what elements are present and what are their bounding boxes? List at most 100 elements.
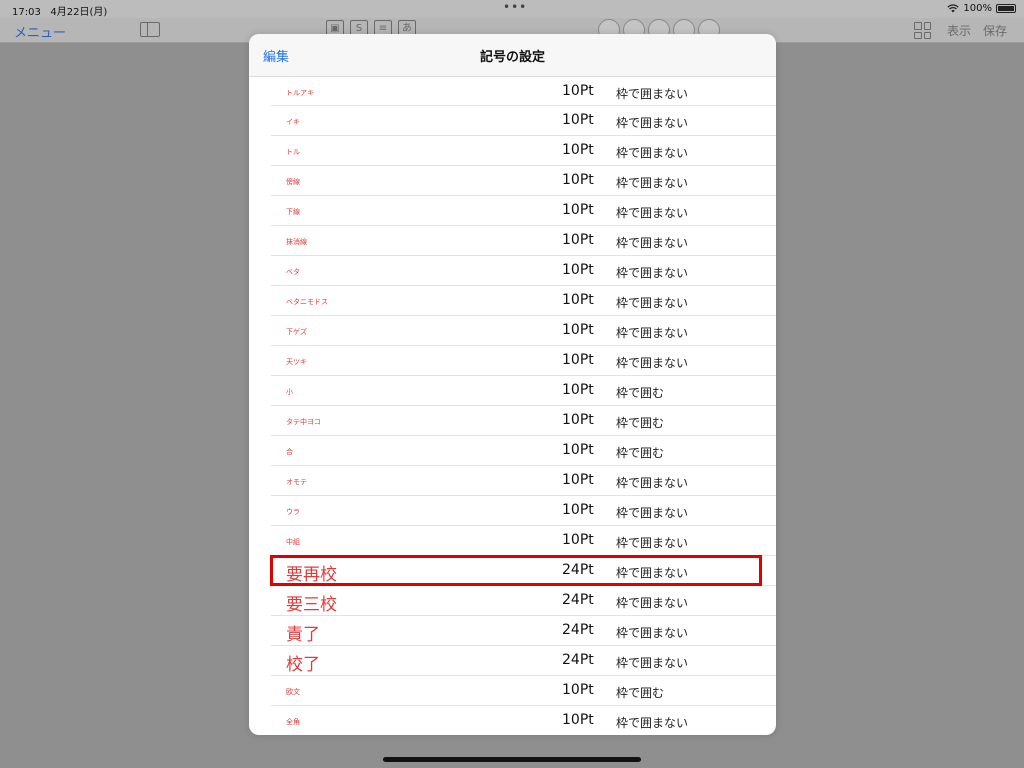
frame-setting: 枠で囲まない bbox=[616, 206, 689, 220]
view-button[interactable]: 表示 bbox=[947, 22, 971, 39]
list-item[interactable]: トル 10Pt 枠で囲まない bbox=[271, 136, 776, 166]
symbol-label: 合 bbox=[286, 448, 293, 456]
status-bar: 17:03 4月22日(月) ••• 100% bbox=[0, 0, 1024, 18]
home-indicator[interactable] bbox=[383, 757, 641, 762]
list-item[interactable]: 要三校 24Pt 枠で囲まない bbox=[271, 586, 776, 616]
symbol-label: 小 bbox=[286, 388, 293, 396]
symbol-label: 下線 bbox=[286, 208, 300, 216]
frame-setting: 枠で囲む bbox=[616, 386, 665, 400]
symbol-size: 10Pt bbox=[562, 142, 594, 158]
symbol-label: 傍線 bbox=[286, 178, 300, 186]
list-item[interactable]: ベタ 10Pt 枠で囲まない bbox=[271, 256, 776, 286]
symbol-size: 10Pt bbox=[562, 322, 594, 338]
frame-setting: 枠で囲まない bbox=[616, 656, 689, 670]
list-item[interactable]: 欧文 10Pt 枠で囲む bbox=[271, 676, 776, 706]
frame-setting: 枠で囲まない bbox=[616, 326, 689, 340]
status-indicators: 100% bbox=[947, 3, 1016, 14]
symbol-label: タテ中ヨコ bbox=[286, 418, 321, 426]
frame-setting: 枠で囲まない bbox=[616, 356, 689, 370]
symbol-label: 下ゲズ bbox=[286, 328, 307, 336]
save-button[interactable]: 保存 bbox=[983, 22, 1007, 39]
list-item[interactable]: ベタニモドス 10Pt 枠で囲まない bbox=[271, 286, 776, 316]
symbol-label: 抹消線 bbox=[286, 238, 307, 246]
frame-setting: 枠で囲む bbox=[616, 446, 665, 460]
frame-setting: 枠で囲まない bbox=[616, 146, 689, 160]
list-item[interactable]: 全角 10Pt 枠で囲まない bbox=[271, 706, 776, 735]
symbol-label: 全角 bbox=[286, 718, 300, 726]
list-item[interactable]: 小 10Pt 枠で囲む bbox=[271, 376, 776, 406]
symbol-label: 校了 bbox=[286, 655, 320, 675]
symbol-label: ベタ bbox=[286, 268, 300, 276]
symbol-label: トル bbox=[286, 148, 300, 156]
modal-title: 記号の設定 bbox=[479, 50, 545, 65]
frame-setting: 枠で囲まない bbox=[616, 176, 689, 190]
symbol-size: 10Pt bbox=[562, 682, 594, 698]
frame-setting: 枠で囲まない bbox=[616, 506, 689, 520]
symbol-size: 24Pt bbox=[562, 652, 594, 668]
symbol-size: 10Pt bbox=[562, 532, 594, 548]
list-item[interactable]: 下ゲズ 10Pt 枠で囲まない bbox=[271, 316, 776, 346]
symbol-size: 10Pt bbox=[562, 202, 594, 218]
battery-icon bbox=[996, 4, 1016, 13]
frame-setting: 枠で囲まない bbox=[616, 626, 689, 640]
menu-button[interactable]: メニュー bbox=[14, 22, 66, 41]
frame-setting: 枠で囲まない bbox=[616, 116, 689, 130]
symbol-label: ベタニモドス bbox=[286, 298, 328, 306]
symbol-size: 24Pt bbox=[562, 622, 594, 638]
frame-setting: 枠で囲まない bbox=[616, 296, 689, 310]
list-item[interactable]: 中組 10Pt 枠で囲まない bbox=[271, 526, 776, 556]
list-item[interactable]: 校了 24Pt 枠で囲まない bbox=[271, 646, 776, 676]
list-item[interactable]: 天ツキ 10Pt 枠で囲まない bbox=[271, 346, 776, 376]
symbol-size: 10Pt bbox=[562, 382, 594, 398]
symbol-size: 10Pt bbox=[562, 83, 594, 99]
symbol-size: 10Pt bbox=[562, 112, 594, 128]
frame-setting: 枠で囲む bbox=[616, 416, 665, 430]
symbol-size: 10Pt bbox=[562, 232, 594, 248]
symbol-label: イキ bbox=[286, 118, 300, 126]
symbol-label: オモテ bbox=[286, 478, 307, 486]
list-item[interactable]: 傍線 10Pt 枠で囲まない bbox=[271, 166, 776, 196]
symbol-size: 24Pt bbox=[562, 592, 594, 608]
symbol-label: 欧文 bbox=[286, 688, 300, 696]
sidebar-toggle-icon[interactable] bbox=[140, 22, 160, 37]
status-time: 17:03 bbox=[12, 7, 41, 18]
status-date: 4月22日(月) bbox=[50, 7, 108, 18]
symbol-size: 10Pt bbox=[562, 712, 594, 728]
list-item[interactable]: ウラ 10Pt 枠で囲まない bbox=[271, 496, 776, 526]
symbol-size: 10Pt bbox=[562, 472, 594, 488]
symbol-label: トルアキ bbox=[286, 89, 314, 97]
modal-header: 編集 記号の設定 bbox=[249, 34, 776, 77]
symbol-size: 24Pt bbox=[562, 562, 594, 578]
battery-percent: 100% bbox=[963, 3, 992, 14]
symbol-label: 天ツキ bbox=[286, 358, 307, 366]
list-item[interactable]: オモテ 10Pt 枠で囲まない bbox=[271, 466, 776, 496]
list-item[interactable]: トルアキ 10Pt 枠で囲まない bbox=[271, 77, 776, 106]
multitask-dots[interactable]: ••• bbox=[503, 0, 527, 14]
frame-setting: 枠で囲まない bbox=[616, 566, 689, 580]
wifi-icon bbox=[947, 4, 960, 13]
symbol-size: 10Pt bbox=[562, 502, 594, 518]
symbol-size: 10Pt bbox=[562, 352, 594, 368]
list-item[interactable]: 責了 24Pt 枠で囲まない bbox=[271, 616, 776, 646]
thumbnails-icon[interactable] bbox=[914, 22, 931, 39]
list-item[interactable]: イキ 10Pt 枠で囲まない bbox=[271, 106, 776, 136]
symbol-size: 10Pt bbox=[562, 262, 594, 278]
frame-setting: 枠で囲まない bbox=[616, 596, 689, 610]
symbol-label: 要再校 bbox=[286, 565, 337, 585]
list-item[interactable]: タテ中ヨコ 10Pt 枠で囲む bbox=[271, 406, 776, 436]
frame-setting: 枠で囲まない bbox=[616, 236, 689, 250]
list-item[interactable]: 要再校 24Pt 枠で囲まない bbox=[271, 556, 776, 586]
status-time-date: 17:03 4月22日(月) bbox=[12, 3, 107, 18]
symbol-size: 10Pt bbox=[562, 412, 594, 428]
symbol-size: 10Pt bbox=[562, 172, 594, 188]
list-item[interactable]: 合 10Pt 枠で囲む bbox=[271, 436, 776, 466]
symbol-label: ウラ bbox=[286, 508, 300, 516]
symbol-size: 10Pt bbox=[562, 442, 594, 458]
symbol-label: 責了 bbox=[286, 625, 320, 645]
frame-setting: 枠で囲まない bbox=[616, 716, 689, 730]
frame-setting: 枠で囲まない bbox=[616, 476, 689, 490]
symbol-settings-modal: 編集 記号の設定 トルアキ 10Pt 枠で囲まない イキ 10Pt 枠で囲まない トル 10P… bbox=[249, 34, 776, 735]
symbol-label: 中組 bbox=[286, 538, 300, 546]
list-item[interactable]: 下線 10Pt 枠で囲まない bbox=[271, 196, 776, 226]
list-item[interactable]: 抹消線 10Pt 枠で囲まない bbox=[271, 226, 776, 256]
